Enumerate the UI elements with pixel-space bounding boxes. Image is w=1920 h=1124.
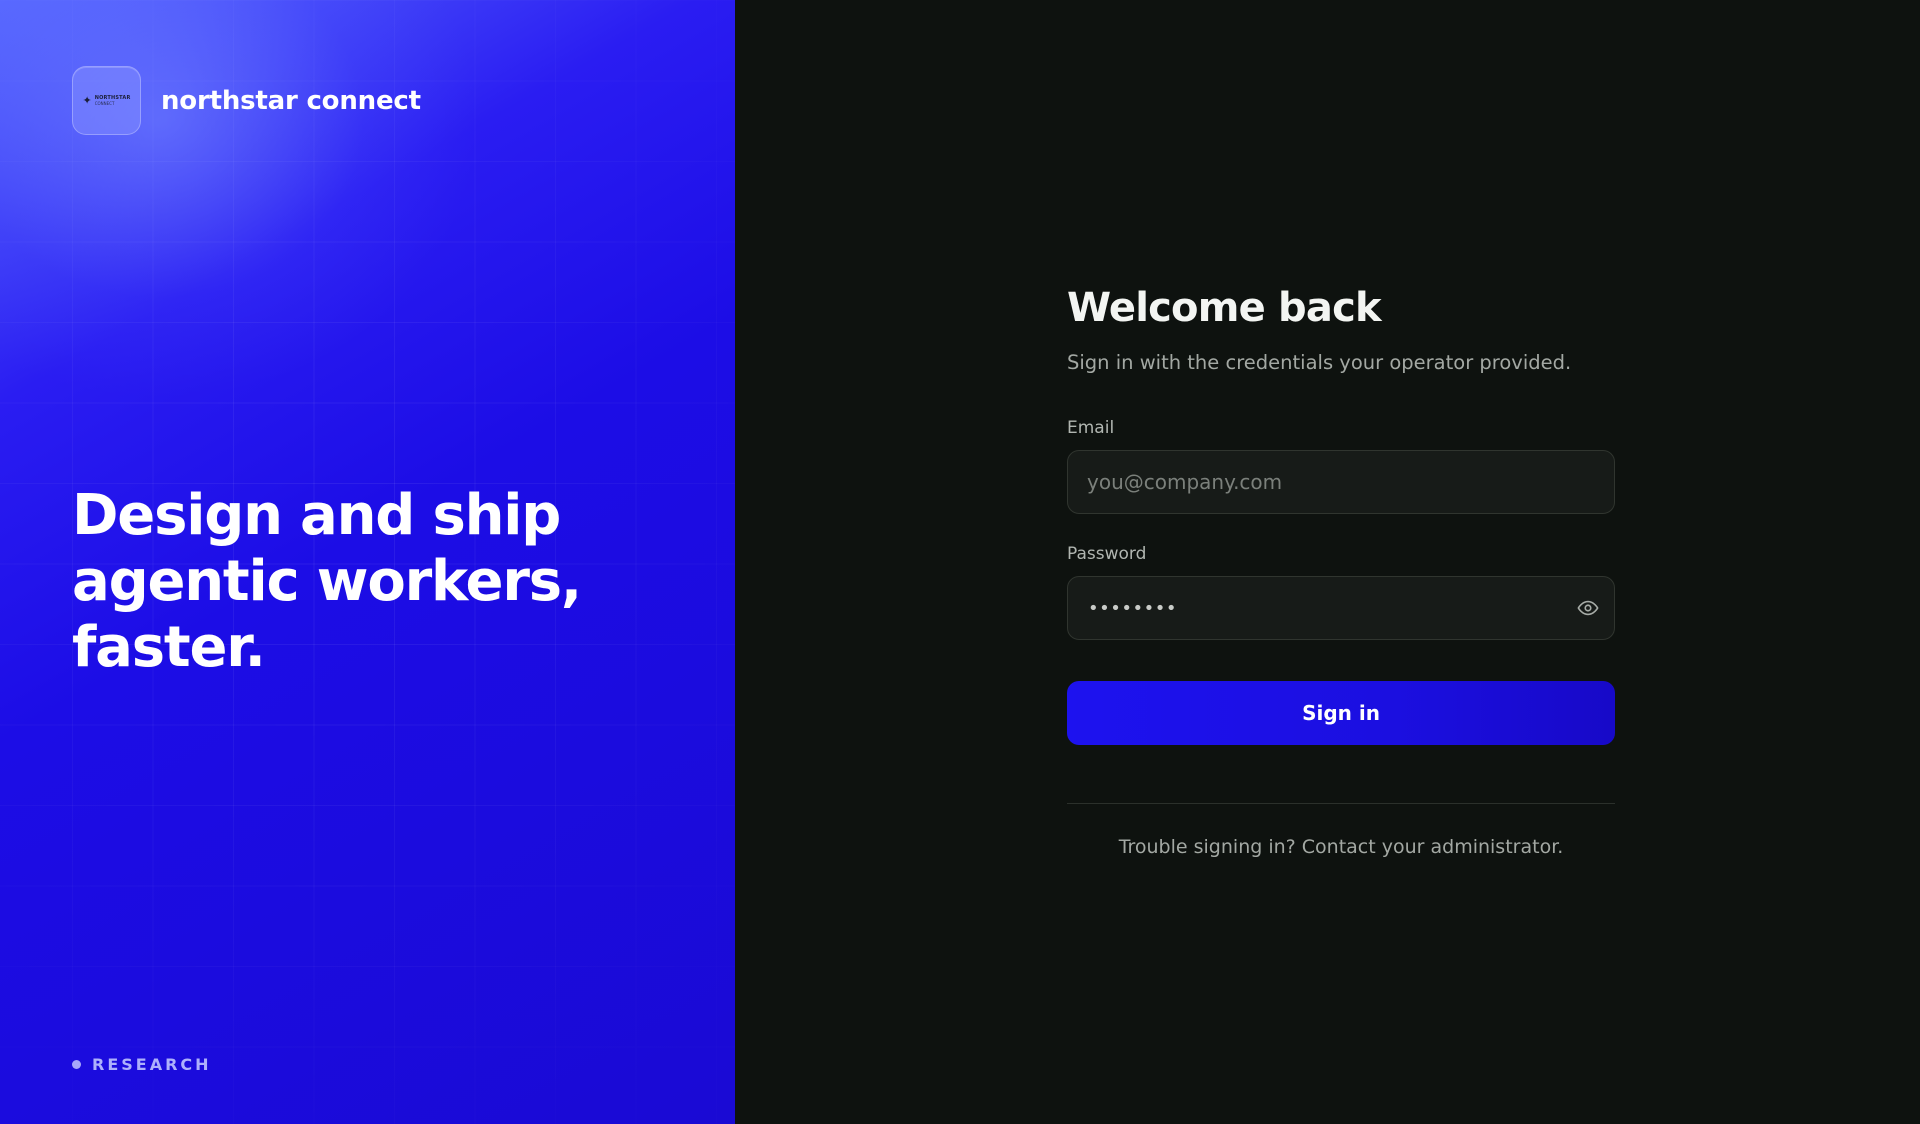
hero-glow [0,0,480,400]
email-field-wrapper [1067,450,1615,514]
logo-wordmark: NORTHSTAR CONNECT [94,94,131,106]
hero-tag-label: RESEARCH [92,1055,212,1074]
logo-text-line2: CONNECT [94,100,115,106]
sign-in-button[interactable]: Sign in [1067,681,1615,745]
page-subtitle: Sign in with the credentials your operat… [1067,351,1572,374]
hero-tag: RESEARCH [72,1055,212,1074]
show-password-button[interactable] [1572,592,1604,624]
hero-headline-line: agentic workers, [72,549,582,614]
brand-name: northstar connect [161,85,421,116]
password-field-wrapper: •••••••• [1067,576,1615,640]
star-icon: ✦ [82,94,92,107]
email-label: Email [1067,418,1115,438]
logo-text-line1: NORTHSTAR [94,94,131,101]
dot-icon [72,1060,81,1069]
password-field[interactable] [1068,577,1614,639]
password-label: Password [1067,544,1147,564]
divider [1067,803,1615,804]
hero-panel: ✦ NORTHSTAR CONNECT northstar connect De… [0,0,735,1124]
logo: ✦ NORTHSTAR CONNECT [72,66,141,135]
login-page: ✦ NORTHSTAR CONNECT northstar connect De… [0,0,1920,1124]
hero-headline: Design and ship agentic workers, faster. [72,483,632,681]
login-form: Welcome back Sign in with the credential… [1067,282,1615,859]
hero-headline-line: Design and ship [72,483,561,548]
brand: ✦ NORTHSTAR CONNECT northstar connect [72,66,421,135]
help-text: Trouble signing in? Contact your adminis… [1118,836,1564,858]
login-panel: Welcome back Sign in with the credential… [735,0,1920,1124]
eye-icon [1577,600,1599,616]
hero-headline-line: faster. [72,615,266,680]
page-title: Welcome back [1067,285,1382,331]
email-field[interactable] [1068,451,1614,513]
